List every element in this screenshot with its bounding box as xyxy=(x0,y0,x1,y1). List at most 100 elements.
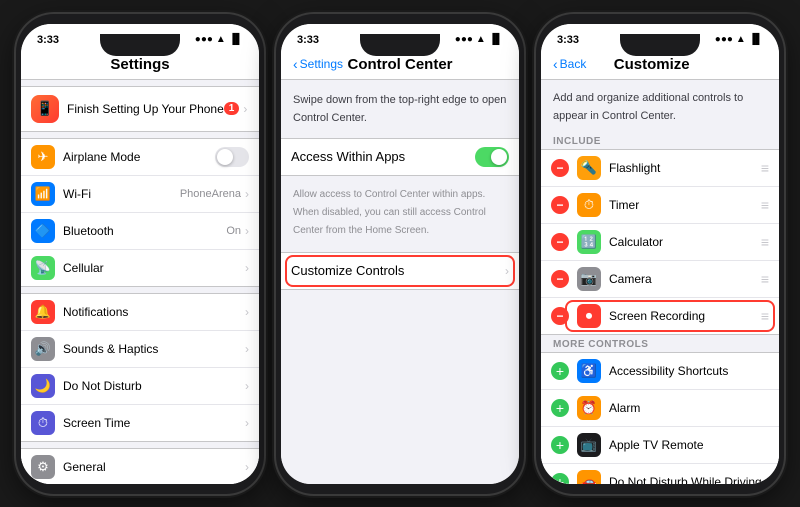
add-btn-appletv[interactable]: + xyxy=(551,436,569,454)
cc-top-desc: Swipe down from the top-right edge to op… xyxy=(281,80,519,132)
include-group: − 🔦 Flashlight ≡ − ⏱ Timer ≡ − xyxy=(541,149,779,335)
nav-back-cc[interactable]: ‹ Settings xyxy=(293,56,343,72)
wifi-icon: ▲ xyxy=(216,34,226,45)
cellular-chevron: › xyxy=(245,261,249,275)
control-item-alarm[interactable]: + ⏰ Alarm xyxy=(541,390,779,427)
battery-icon: ▐▌ xyxy=(229,34,243,45)
remove-btn-screen-recording[interactable]: − xyxy=(551,307,569,325)
nav-bar-settings: Settings xyxy=(21,52,259,80)
add-btn-alarm[interactable]: + xyxy=(551,399,569,417)
customize-desc-area: Add and organize additional controls to … xyxy=(541,80,779,132)
appletv-label: Apple TV Remote xyxy=(609,438,769,452)
control-item-appletv[interactable]: + 📺 Apple TV Remote xyxy=(541,427,779,464)
settings-item-bluetooth[interactable]: 🔷 Bluetooth On › xyxy=(21,213,259,250)
signal-icon-2: ●●● xyxy=(455,34,473,45)
control-item-accessibility[interactable]: + ♿ Accessibility Shortcuts xyxy=(541,353,779,390)
drag-calculator: ≡ xyxy=(761,234,769,250)
drag-camera: ≡ xyxy=(761,271,769,287)
control-item-dnd-driving[interactable]: + 🚗 Do Not Disturb While Driving xyxy=(541,464,779,484)
status-icons-1: ●●● ▲ ▐▌ xyxy=(195,34,243,45)
add-btn-dnd-driving[interactable]: + xyxy=(551,473,569,484)
control-item-timer[interactable]: − ⏱ Timer ≡ xyxy=(541,187,779,224)
drag-screen-recording: ≡ xyxy=(761,308,769,324)
settings-item-notifications[interactable]: 🔔 Notifications › xyxy=(21,294,259,331)
phone-control-center: 3:33 ●●● ▲ ▐▌ ‹ Settings Control Center xyxy=(276,14,524,494)
remove-btn-calculator[interactable]: − xyxy=(551,233,569,251)
phone-settings: 3:33 ●●● ▲ ▐▌ Settings 📱 Finish S xyxy=(16,14,264,494)
drag-flashlight: ≡ xyxy=(761,160,769,176)
access-within-group: Access Within Apps xyxy=(281,138,519,176)
drag-timer: ≡ xyxy=(761,197,769,213)
accessibility-icon: ♿ xyxy=(577,359,601,383)
nav-bar-cc: ‹ Settings Control Center xyxy=(281,52,519,80)
customize-content: Add and organize additional controls to … xyxy=(541,80,779,484)
cellular-label: Cellular xyxy=(63,261,245,275)
include-section-header: INCLUDE xyxy=(541,132,779,149)
notifications-chevron: › xyxy=(245,305,249,319)
signal-icon: ●●● xyxy=(195,34,213,45)
dnd-driving-label: Do Not Disturb While Driving xyxy=(609,475,769,484)
flashlight-icon: 🔦 xyxy=(577,156,601,180)
finish-setup-title: Finish Setting Up Your Phone xyxy=(67,102,224,116)
control-item-screen-recording[interactable]: − ⏺ Screen Recording ≡ xyxy=(541,298,779,334)
calculator-label: Calculator xyxy=(609,235,761,249)
nav-back-customize[interactable]: ‹ Back xyxy=(553,56,586,72)
timer-label: Timer xyxy=(609,198,761,212)
control-item-flashlight[interactable]: − 🔦 Flashlight ≡ xyxy=(541,150,779,187)
access-within-toggle[interactable] xyxy=(475,147,509,167)
more-controls-header: MORE CONTROLS xyxy=(541,335,779,352)
add-btn-accessibility[interactable]: + xyxy=(551,362,569,380)
control-item-calculator[interactable]: − 🔢 Calculator ≡ xyxy=(541,224,779,261)
back-label-cc: Settings xyxy=(300,57,343,71)
status-icons-3: ●●● ▲ ▐▌ xyxy=(715,34,763,45)
bluetooth-value: On xyxy=(226,225,241,237)
wifi-label: Wi-Fi xyxy=(63,187,180,201)
cc-description: Swipe down from the top-right edge to op… xyxy=(293,94,506,124)
settings-item-dnd[interactable]: 🌙 Do Not Disturb › xyxy=(21,368,259,405)
access-within-item[interactable]: Access Within Apps xyxy=(281,139,519,175)
settings-item-sounds[interactable]: 🔊 Sounds & Haptics › xyxy=(21,331,259,368)
time-1: 3:33 xyxy=(37,34,59,46)
finish-setup-text: Finish Setting Up Your Phone xyxy=(67,102,224,116)
customize-controls-item[interactable]: Customize Controls › xyxy=(281,253,519,289)
sounds-icon: 🔊 xyxy=(31,337,55,361)
settings-item-wifi[interactable]: 📶 Wi-Fi PhoneArena › xyxy=(21,176,259,213)
settings-item-cellular[interactable]: 📡 Cellular › xyxy=(21,250,259,286)
airplane-label: Airplane Mode xyxy=(63,150,215,164)
wifi-value: PhoneArena xyxy=(180,188,241,200)
back-chevron-cc: ‹ xyxy=(293,56,298,72)
sounds-label: Sounds & Haptics xyxy=(63,342,245,356)
nav-title-settings: Settings xyxy=(33,56,247,73)
settings-item-screentime[interactable]: ⏱ Screen Time › xyxy=(21,405,259,441)
settings-content: 📱 Finish Setting Up Your Phone 1 › ✈ Air… xyxy=(21,80,259,484)
finish-setup-group: 📱 Finish Setting Up Your Phone 1 › xyxy=(21,86,259,132)
settings-group-3: ⚙ General › 🎛 Control Center › ☀ Display… xyxy=(21,448,259,484)
screen-recording-icon: ⏺ xyxy=(577,304,601,328)
screen-recording-label: Screen Recording xyxy=(609,309,761,323)
chevron-finish: › xyxy=(243,102,247,116)
nav-title-cc: Control Center xyxy=(343,56,457,73)
general-icon: ⚙ xyxy=(31,455,55,479)
dnd-icon: 🌙 xyxy=(31,374,55,398)
remove-btn-flashlight[interactable]: − xyxy=(551,159,569,177)
camera-label: Camera xyxy=(609,272,761,286)
control-item-camera[interactable]: − 📷 Camera ≡ xyxy=(541,261,779,298)
settings-group-1: ✈ Airplane Mode 📶 Wi-Fi PhoneArena › 🔷 B… xyxy=(21,138,259,287)
airplane-toggle[interactable] xyxy=(215,147,249,167)
customize-controls-label: Customize Controls xyxy=(291,263,505,278)
cc-access-desc: Allow access to Control Center within ap… xyxy=(281,182,519,246)
wifi-icon-3: ▲ xyxy=(736,34,746,45)
notch-3 xyxy=(620,34,700,56)
settings-item-general[interactable]: ⚙ General › xyxy=(21,449,259,484)
alarm-icon: ⏰ xyxy=(577,396,601,420)
screentime-icon: ⏱ xyxy=(31,411,55,435)
settings-item-airplane[interactable]: ✈ Airplane Mode xyxy=(21,139,259,176)
screentime-label: Screen Time xyxy=(63,416,245,430)
notifications-icon: 🔔 xyxy=(31,300,55,324)
finish-setup-item[interactable]: 📱 Finish Setting Up Your Phone 1 › xyxy=(21,87,259,131)
flashlight-label: Flashlight xyxy=(609,161,761,175)
remove-btn-timer[interactable]: − xyxy=(551,196,569,214)
notifications-label: Notifications xyxy=(63,305,245,319)
remove-btn-camera[interactable]: − xyxy=(551,270,569,288)
calculator-icon: 🔢 xyxy=(577,230,601,254)
